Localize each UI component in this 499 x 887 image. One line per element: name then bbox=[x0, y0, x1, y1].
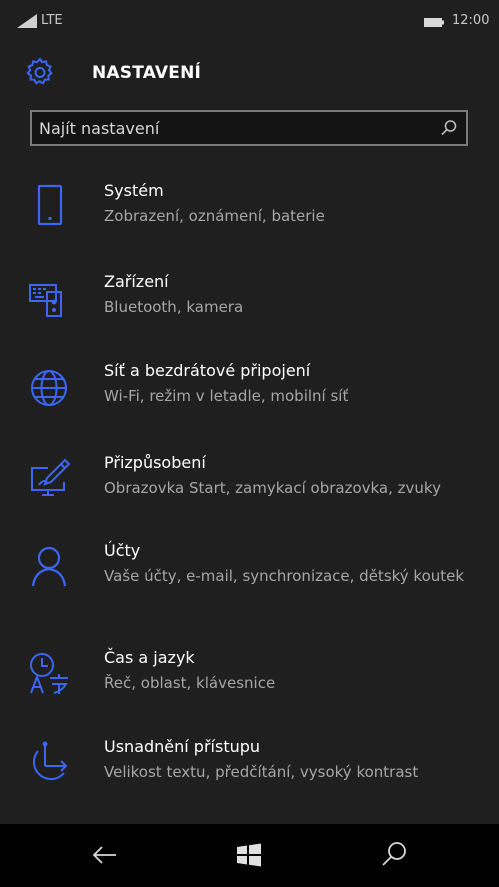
settings-item-subtitle: Velikost textu, předčítání, vysoký kontr… bbox=[104, 763, 419, 781]
settings-item-title: Účty bbox=[104, 541, 141, 560]
settings-item-subtitle: Zobrazení, oznámení, baterie bbox=[104, 207, 325, 225]
navigation-bar bbox=[0, 824, 499, 887]
settings-item-title: Čas a jazyk bbox=[104, 648, 195, 667]
time-language-icon bbox=[30, 653, 68, 694]
settings-item-ease-of-access[interactable]: Usnadnění přístupu Velikost textu, předč… bbox=[0, 736, 499, 818]
settings-item-subtitle: Řeč, oblast, klávesnice bbox=[104, 674, 276, 692]
settings-item-subtitle: Obrazovka Start, zamykací obrazovka, zvu… bbox=[104, 479, 441, 497]
page-title: NASTAVENÍ bbox=[92, 63, 202, 83]
settings-item-devices[interactable]: Zařízení Bluetooth, kamera bbox=[0, 271, 499, 353]
ease-of-access-icon bbox=[33, 741, 68, 780]
settings-item-system[interactable]: Systém Zobrazení, oznámení, baterie bbox=[0, 180, 499, 262]
settings-item-time-language[interactable]: Čas a jazyk Řeč, oblast, klávesnice bbox=[0, 647, 499, 729]
gear-icon bbox=[26, 57, 53, 85]
settings-item-subtitle: Wi-Fi, režim v letadle, mobilní síť bbox=[104, 387, 349, 405]
settings-item-title: Přizpůsobení bbox=[104, 453, 206, 472]
settings-item-network[interactable]: Síť a bezdrátové připojení Wi-Fi, režim … bbox=[0, 360, 499, 442]
personalize-icon bbox=[31, 458, 71, 496]
search-icon[interactable] bbox=[378, 838, 412, 872]
clock: 12:00 bbox=[452, 13, 490, 28]
windows-icon[interactable] bbox=[232, 838, 266, 872]
settings-item-title: Systém bbox=[104, 181, 164, 200]
settings-item-accounts[interactable]: Účty Vaše účty, e-mail, synchronizace, d… bbox=[0, 540, 499, 640]
battery-icon bbox=[424, 18, 444, 27]
status-bar: LTE 12:00 bbox=[0, 0, 499, 40]
search-input[interactable]: Najít nastavení bbox=[30, 110, 468, 146]
network-type: LTE bbox=[41, 13, 63, 28]
settings-item-subtitle: Bluetooth, kamera bbox=[104, 298, 244, 316]
phone-icon bbox=[37, 184, 63, 226]
settings-item-personalization[interactable]: Přizpůsobení Obrazovka Start, zamykací o… bbox=[0, 452, 499, 534]
page-header: NASTAVENÍ bbox=[0, 52, 499, 98]
person-icon bbox=[31, 546, 67, 587]
settings-item-subtitle: Vaše účty, e-mail, synchronizace, dětský… bbox=[104, 567, 465, 585]
globe-icon bbox=[31, 370, 67, 406]
search-placeholder: Najít nastavení bbox=[39, 119, 160, 138]
search-icon[interactable] bbox=[440, 119, 458, 137]
settings-item-title: Usnadnění přístupu bbox=[104, 737, 261, 756]
devices-icon bbox=[29, 284, 62, 317]
signal-strength-icon bbox=[17, 14, 37, 28]
settings-item-title: Síť a bezdrátové připojení bbox=[104, 361, 311, 380]
settings-item-title: Zařízení bbox=[104, 272, 169, 291]
back-arrow-icon[interactable] bbox=[88, 838, 122, 872]
